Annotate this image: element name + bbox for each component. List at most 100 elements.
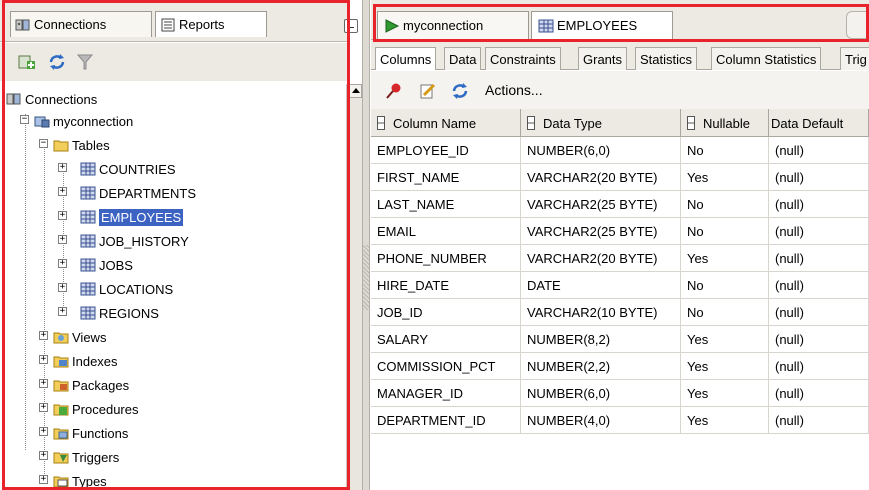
- cell-nullable[interactable]: No: [681, 191, 769, 218]
- scroll-up-button[interactable]: [348, 84, 362, 98]
- table-row[interactable]: DEPARTMENT_ID NUMBER(4,0) Yes (null): [371, 407, 869, 434]
- add-connection-icon[interactable]: [18, 53, 36, 71]
- cell-nullable[interactable]: Yes: [681, 353, 769, 380]
- cell-nullable[interactable]: Yes: [681, 380, 769, 407]
- pin-icon[interactable]: [385, 82, 403, 100]
- tree-node-connections[interactable]: Connections: [6, 88, 97, 110]
- expander-myconnection[interactable]: −: [20, 115, 29, 124]
- expander-functions[interactable]: +: [39, 427, 48, 436]
- cell-nullable[interactable]: No: [681, 299, 769, 326]
- tree-node-triggers[interactable]: Triggers: [53, 446, 119, 468]
- expander-table[interactable]: +: [58, 187, 67, 196]
- cell-column-name[interactable]: SALARY: [371, 326, 521, 353]
- expander-table[interactable]: +: [58, 211, 67, 220]
- cell-data-default[interactable]: (null): [769, 380, 869, 407]
- tree-node-table[interactable]: LOCATIONS: [80, 278, 173, 300]
- cell-data-type[interactable]: NUMBER(8,2): [521, 326, 681, 353]
- cell-nullable[interactable]: Yes: [681, 407, 769, 434]
- table-row[interactable]: FIRST_NAME VARCHAR2(20 BYTE) Yes (null): [371, 164, 869, 191]
- cell-column-name[interactable]: DEPARTMENT_ID: [371, 407, 521, 434]
- expander-types[interactable]: +: [39, 475, 48, 484]
- cell-column-name[interactable]: MANAGER_ID: [371, 380, 521, 407]
- cell-data-default[interactable]: (null): [769, 191, 869, 218]
- table-row[interactable]: PHONE_NUMBER VARCHAR2(20 BYTE) Yes (null): [371, 245, 869, 272]
- table-row[interactable]: COMMISSION_PCT NUMBER(2,2) Yes (null): [371, 353, 869, 380]
- tree-node-functions[interactable]: Functions: [53, 422, 128, 444]
- cell-nullable[interactable]: Yes: [681, 245, 769, 272]
- cell-data-default[interactable]: (null): [769, 326, 869, 353]
- tree-node-table[interactable]: JOBS: [80, 254, 133, 276]
- tree-node-packages[interactable]: Packages: [53, 374, 129, 396]
- cell-data-default[interactable]: (null): [769, 272, 869, 299]
- subtab-grants[interactable]: Grants: [578, 47, 628, 70]
- cell-data-type[interactable]: NUMBER(4,0): [521, 407, 681, 434]
- subtab-statistics[interactable]: Statistics: [635, 47, 698, 70]
- cell-column-name[interactable]: LAST_NAME: [371, 191, 521, 218]
- expander-indexes[interactable]: +: [39, 355, 48, 364]
- tree-node-table[interactable]: JOB_HISTORY: [80, 230, 189, 252]
- expander-procedures[interactable]: +: [39, 403, 48, 412]
- tab-employees[interactable]: EMPLOYEES: [531, 11, 673, 39]
- expander-table[interactable]: +: [58, 235, 67, 244]
- table-row[interactable]: HIRE_DATE DATE No (null): [371, 272, 869, 299]
- tab-overflow-button[interactable]: [846, 11, 869, 39]
- expander-triggers[interactable]: +: [39, 451, 48, 460]
- cell-data-default[interactable]: (null): [769, 218, 869, 245]
- cell-data-default[interactable]: (null): [769, 407, 869, 434]
- tab-myconnection[interactable]: myconnection: [377, 11, 529, 39]
- cell-data-type[interactable]: VARCHAR2(25 BYTE): [521, 218, 681, 245]
- tree-node-views[interactable]: Views: [53, 326, 106, 348]
- header-column-name[interactable]: Column Name: [371, 109, 521, 137]
- subtab-column-statistics[interactable]: Column Statistics: [711, 47, 822, 70]
- tab-reports[interactable]: Reports: [155, 11, 267, 37]
- header-nullable[interactable]: Nullable: [681, 109, 769, 137]
- cell-data-type[interactable]: NUMBER(2,2): [521, 353, 681, 380]
- cell-nullable[interactable]: Yes: [681, 164, 769, 191]
- refresh-icon[interactable]: [451, 82, 469, 100]
- tree-node-tables[interactable]: Tables: [53, 134, 110, 156]
- expander-table[interactable]: +: [58, 283, 67, 292]
- cell-column-name[interactable]: HIRE_DATE: [371, 272, 521, 299]
- cell-data-type[interactable]: NUMBER(6,0): [521, 137, 681, 164]
- tab-connections[interactable]: Connections: [10, 11, 152, 37]
- edit-icon[interactable]: [419, 82, 437, 100]
- cell-column-name[interactable]: EMAIL: [371, 218, 521, 245]
- cell-data-default[interactable]: (null): [769, 137, 869, 164]
- subtab-triggers[interactable]: Trig: [840, 47, 869, 70]
- tree-node-myconnection[interactable]: myconnection: [34, 110, 133, 132]
- expander-table[interactable]: +: [58, 163, 67, 172]
- table-row[interactable]: EMAIL VARCHAR2(25 BYTE) No (null): [371, 218, 869, 245]
- actions-menu-button[interactable]: Actions...: [485, 82, 543, 98]
- table-row[interactable]: LAST_NAME VARCHAR2(25 BYTE) No (null): [371, 191, 869, 218]
- tree-node-table-selected[interactable]: EMPLOYEES: [80, 206, 184, 228]
- subtab-columns[interactable]: Columns: [375, 47, 437, 70]
- pane-splitter[interactable]: [362, 0, 370, 490]
- expander-table[interactable]: +: [58, 259, 67, 268]
- table-row[interactable]: JOB_ID VARCHAR2(10 BYTE) No (null): [371, 299, 869, 326]
- splitter-grip[interactable]: [363, 245, 369, 310]
- expander-views[interactable]: +: [39, 331, 48, 340]
- cell-data-default[interactable]: (null): [769, 164, 869, 191]
- cell-data-type[interactable]: VARCHAR2(20 BYTE): [521, 164, 681, 191]
- refresh-icon[interactable]: [48, 53, 66, 71]
- expander-packages[interactable]: +: [39, 379, 48, 388]
- cell-data-type[interactable]: VARCHAR2(10 BYTE): [521, 299, 681, 326]
- table-row[interactable]: EMPLOYEE_ID NUMBER(6,0) No (null): [371, 137, 869, 164]
- header-data-type[interactable]: Data Type: [521, 109, 681, 137]
- cell-nullable[interactable]: No: [681, 272, 769, 299]
- cell-data-default[interactable]: (null): [769, 299, 869, 326]
- subtab-constraints[interactable]: Constraints: [485, 47, 561, 70]
- cell-data-default[interactable]: (null): [769, 245, 869, 272]
- cell-nullable[interactable]: Yes: [681, 326, 769, 353]
- tree-node-table[interactable]: REGIONS: [80, 302, 159, 324]
- cell-column-name[interactable]: PHONE_NUMBER: [371, 245, 521, 272]
- expander-table[interactable]: +: [58, 307, 67, 316]
- expander-tables[interactable]: −: [39, 139, 48, 148]
- cell-data-type[interactable]: VARCHAR2(25 BYTE): [521, 191, 681, 218]
- tree-node-table[interactable]: COUNTRIES: [80, 158, 176, 180]
- minimize-button[interactable]: [344, 19, 358, 33]
- cell-column-name[interactable]: JOB_ID: [371, 299, 521, 326]
- cell-data-type[interactable]: VARCHAR2(20 BYTE): [521, 245, 681, 272]
- tree-node-procedures[interactable]: Procedures: [53, 398, 138, 420]
- cell-data-type[interactable]: DATE: [521, 272, 681, 299]
